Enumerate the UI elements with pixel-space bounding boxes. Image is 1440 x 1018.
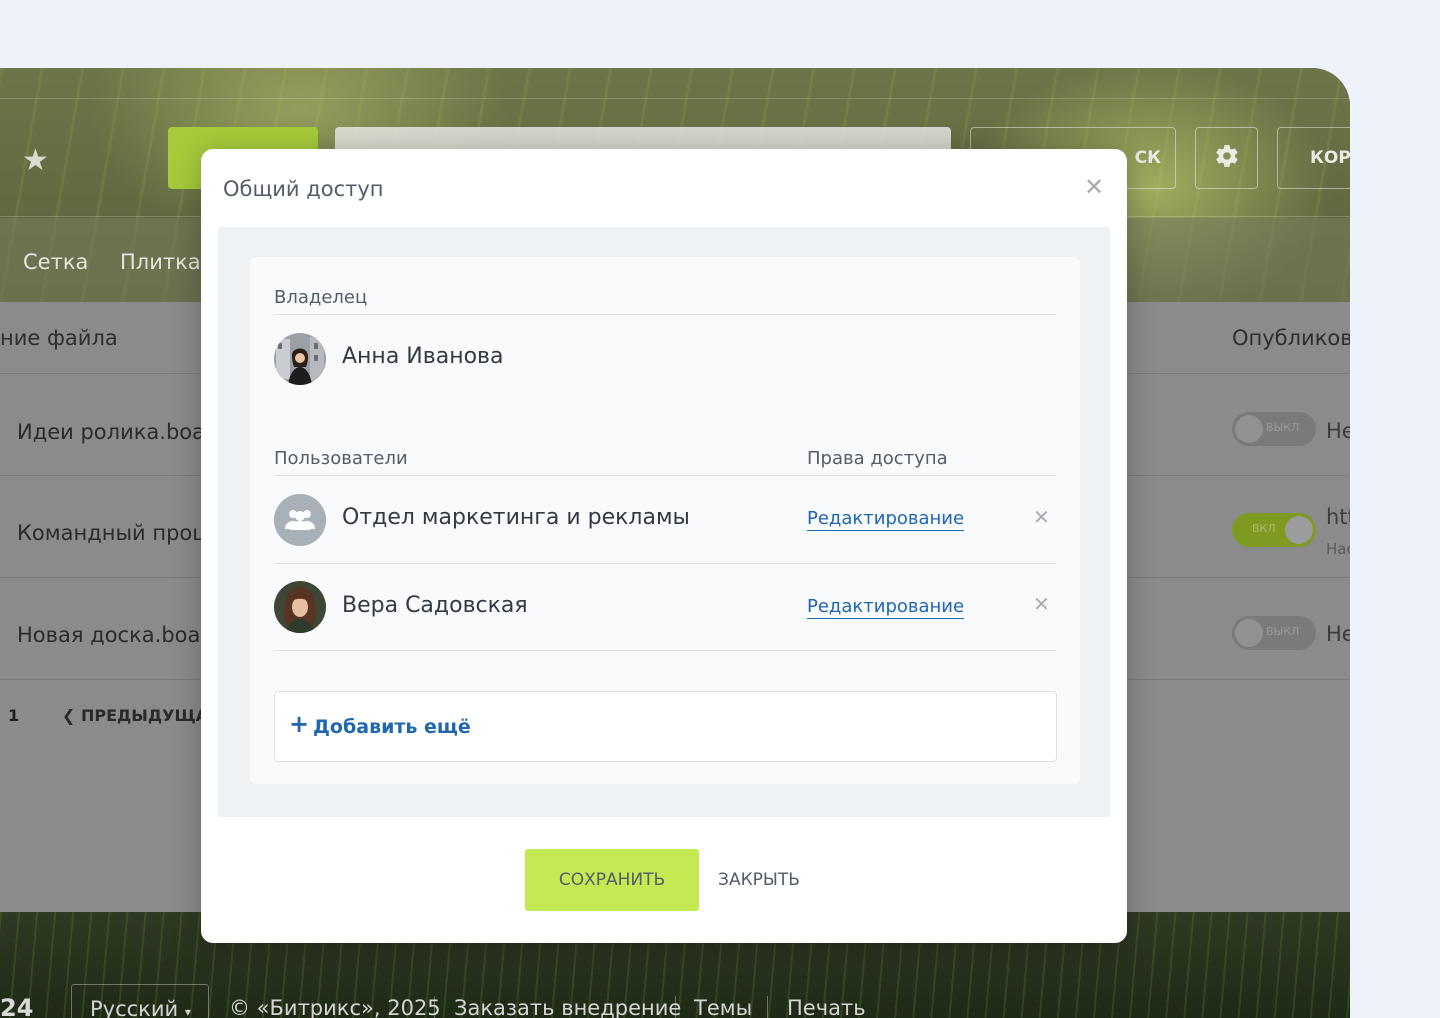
toggle-label: ВЫКЛ: [1266, 421, 1300, 434]
close-icon[interactable]: ✕: [1084, 173, 1104, 201]
add-more-button[interactable]: + Добавить ещё: [274, 691, 1057, 762]
access-rights-select[interactable]: Редактирование: [807, 596, 965, 619]
publish-toggle[interactable]: ВКЛ: [1232, 513, 1316, 547]
tab-grid[interactable]: Сетка: [23, 250, 88, 274]
settings-button[interactable]: [1195, 127, 1258, 189]
access-card: Владелец Анна Иванова Пользователи Права…: [250, 257, 1080, 784]
remove-icon[interactable]: ✕: [1033, 592, 1050, 616]
divider: [274, 563, 1056, 564]
chevron-down-icon: ▾: [184, 1005, 191, 1018]
publish-status: Не: [1326, 419, 1350, 443]
divider: [274, 314, 1056, 315]
toggle-knob: [1235, 415, 1263, 443]
favorite-star-icon[interactable]: ★: [22, 143, 49, 178]
tab-tiles[interactable]: Плитка: [120, 250, 201, 274]
public-link[interactable]: htt: [1326, 505, 1350, 529]
plus-icon: +: [289, 710, 310, 738]
link-settings[interactable]: Нас: [1326, 540, 1350, 558]
user-name: Вера Садовская: [342, 593, 528, 618]
toggle-label: ВКЛ: [1252, 522, 1276, 535]
owner-name: Анна Иванова: [342, 344, 504, 369]
footer-divider: [675, 996, 676, 1018]
users-column-header: Пользователи: [274, 448, 408, 469]
share-dialog: Общий доступ ✕ Владелец Анна Иванова Пол…: [201, 149, 1127, 943]
search-button-label: СК: [1134, 148, 1161, 168]
toggle-knob: [1285, 516, 1313, 544]
dialog-body: Владелец Анна Иванова Пользователи Права…: [218, 227, 1110, 817]
footer-divider: [434, 996, 435, 1018]
group-avatar: [274, 494, 326, 546]
copyright: © «Битрикс», 2025: [229, 996, 441, 1018]
dialog-title: Общий доступ: [223, 177, 384, 201]
bitrix24-logo[interactable]: 24: [0, 994, 33, 1018]
owner-avatar: [274, 333, 326, 385]
trash-button-label: КОРЗ: [1310, 148, 1350, 168]
publish-toggle[interactable]: ВЫКЛ: [1232, 616, 1316, 650]
column-header-published[interactable]: Опубликова: [1232, 326, 1350, 350]
rights-column-header: Права доступа: [807, 448, 948, 469]
owner-label: Владелец: [274, 287, 368, 308]
trash-button[interactable]: КОРЗ: [1277, 127, 1350, 189]
publish-status: Не: [1326, 622, 1350, 646]
access-rights-select[interactable]: Редактирование: [807, 508, 965, 531]
divider: [274, 475, 1056, 476]
add-more-label: Добавить ещё: [313, 716, 471, 738]
column-header-name[interactable]: ние файла: [0, 326, 118, 350]
print-link[interactable]: Печать: [787, 996, 866, 1018]
group-name: Отдел маркетинга и рекламы: [342, 505, 690, 530]
prev-page-label: ПРЕДЫДУЩАЯ: [80, 706, 221, 725]
toggle-knob: [1235, 619, 1263, 647]
language-select[interactable]: Русский ▾: [71, 984, 209, 1018]
close-button[interactable]: ЗАКРЫТЬ: [707, 849, 811, 911]
toggle-label: ВЫКЛ: [1266, 625, 1300, 638]
top-divider: [0, 98, 1350, 99]
footer-divider: [767, 996, 768, 1018]
publish-toggle[interactable]: ВЫКЛ: [1232, 412, 1316, 446]
file-name-link[interactable]: Новая доска.board: [17, 623, 222, 647]
order-implementation-link[interactable]: Заказать внедрение: [454, 996, 681, 1018]
prev-page-button[interactable]: ❮ ПРЕДЫДУЩАЯ: [62, 706, 220, 725]
remove-icon[interactable]: ✕: [1033, 505, 1050, 529]
language-value: Русский: [90, 997, 179, 1018]
divider: [274, 650, 1056, 651]
save-button[interactable]: СОХРАНИТЬ: [525, 849, 699, 911]
themes-link[interactable]: Темы: [694, 996, 752, 1018]
user-avatar: [274, 581, 326, 633]
current-page[interactable]: 1: [8, 706, 19, 725]
file-name-link[interactable]: Идеи ролика.board: [17, 420, 227, 444]
chevron-left-icon: ❮: [62, 706, 81, 725]
gear-icon: [1214, 143, 1240, 174]
